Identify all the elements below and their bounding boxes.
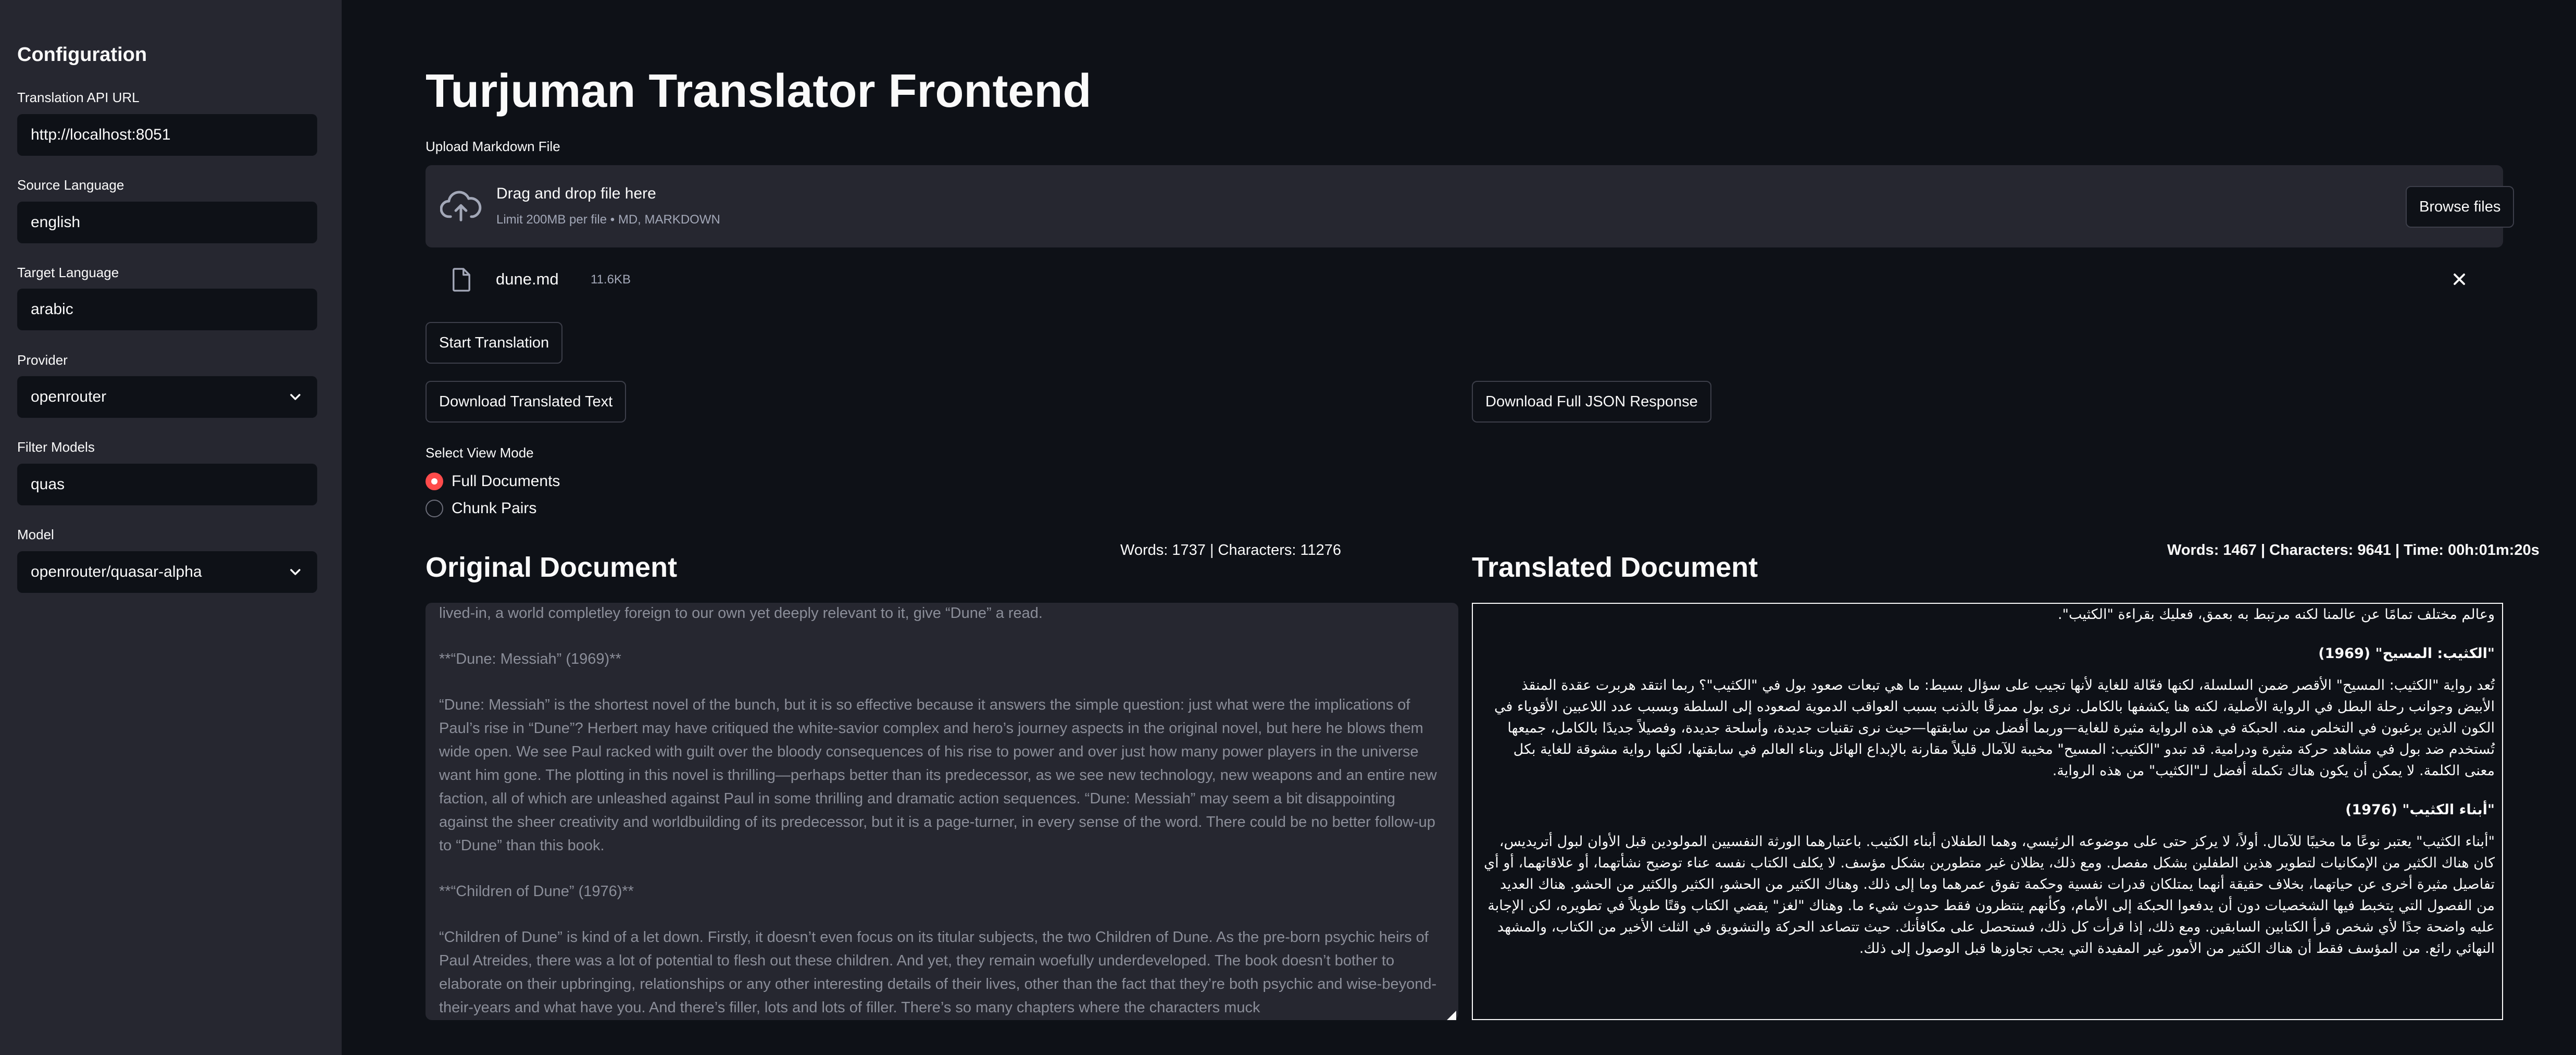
browse-files-button[interactable]: Browse files (2406, 186, 2515, 228)
translated-document-heading: Translated Document (1472, 552, 1758, 583)
start-translation-button[interactable]: Start Translation (426, 322, 563, 364)
radio-selected-icon (426, 473, 443, 490)
translated-paragraph: تُعد رواية "الكثيب: المسيح" الأقصر ضمن ا… (1494, 677, 2495, 779)
resize-handle-icon[interactable] (1447, 1011, 1456, 1020)
original-paragraph: lived-in, a world completley foreign to … (439, 605, 1043, 622)
api-url-input[interactable]: http://localhost:8051 (17, 114, 317, 156)
original-paragraph: **“Dune: Messiah” (1969)** (439, 651, 621, 667)
original-stats: Words: 1737 | Characters: 11276 (1120, 542, 1341, 558)
cloud-upload-icon (440, 191, 482, 221)
download-translated-text-button[interactable]: Download Translated Text (426, 381, 627, 423)
radio-full-documents-label: Full Documents (452, 473, 560, 490)
radio-unselected-icon (426, 500, 443, 517)
original-document-textarea[interactable]: lived-in, a world completley foreign to … (426, 603, 1458, 1020)
provider-value: openrouter (31, 388, 107, 405)
model-select[interactable]: openrouter/quasar-alpha (17, 551, 317, 593)
original-paragraph: “Dune: Messiah” is the shortest novel of… (439, 697, 1437, 854)
target-language-input[interactable]: arabic (17, 289, 317, 330)
sidebar: Configuration Translation API URL http:/… (0, 0, 342, 1055)
file-icon (453, 268, 470, 292)
original-document-heading: Original Document (426, 552, 678, 583)
model-value: openrouter/quasar-alpha (31, 563, 202, 580)
chevron-down-icon (290, 394, 301, 400)
provider-select[interactable]: openrouter (17, 376, 317, 418)
target-language-label: Target Language (17, 265, 119, 280)
translated-paragraph: وعالم مختلف تمامًا عن عالمنا لكنه مرتبط … (2058, 606, 2495, 623)
uploaded-file-row: dune.md 11.6KB (426, 258, 2503, 300)
dropzone-limit: Limit 200MB per file • MD, MARKDOWN (496, 213, 720, 227)
file-name: dune.md (496, 270, 559, 288)
close-icon[interactable] (2450, 270, 2469, 289)
radio-full-documents[interactable]: Full Documents (426, 473, 560, 490)
translated-stats: Words: 1467 | Characters: 9641 | Time: 0… (2167, 542, 2540, 558)
file-size: 11.6KB (591, 272, 631, 287)
download-json-button[interactable]: Download Full JSON Response (1472, 381, 1711, 423)
filter-models-input[interactable]: quas (17, 464, 317, 505)
filter-models-label: Filter Models (17, 439, 95, 455)
source-language-input[interactable]: english (17, 202, 317, 243)
model-label: Model (17, 527, 54, 542)
upload-label: Upload Markdown File (426, 139, 560, 154)
original-paragraph: “Children of Dune” is kind of a let down… (439, 929, 1437, 1016)
radio-chunk-pairs-label: Chunk Pairs (452, 500, 537, 517)
page-title: Turjuman Translator Frontend (426, 65, 1092, 117)
provider-label: Provider (17, 352, 68, 368)
dropzone-title: Drag and drop file here (496, 185, 656, 202)
view-mode-label: Select View Mode (426, 445, 534, 461)
source-language-label: Source Language (17, 177, 124, 193)
translated-heading: "الكثيب: المسيح" (1969) (2318, 646, 2495, 662)
chevron-down-icon (290, 569, 301, 575)
radio-chunk-pairs[interactable]: Chunk Pairs (426, 500, 536, 517)
translated-document-panel: وعالم مختلف تمامًا عن عالمنا لكنه مرتبط … (1472, 603, 2503, 1020)
file-dropzone[interactable]: Drag and drop file here Limit 200MB per … (426, 165, 2515, 247)
original-paragraph: **“Children of Dune” (1976)** (439, 883, 634, 900)
sidebar-title: Configuration (17, 44, 147, 66)
translated-heading: "أبناء الكثيب" (1976) (2345, 802, 2495, 818)
translated-paragraph: "أبناء الكثيب" يعتبر نوعًا ما مخيبًا للآ… (1484, 834, 2495, 957)
api-url-label: Translation API URL (17, 90, 140, 105)
main-content: Turjuman Translator Frontend Upload Mark… (342, 0, 2576, 1055)
